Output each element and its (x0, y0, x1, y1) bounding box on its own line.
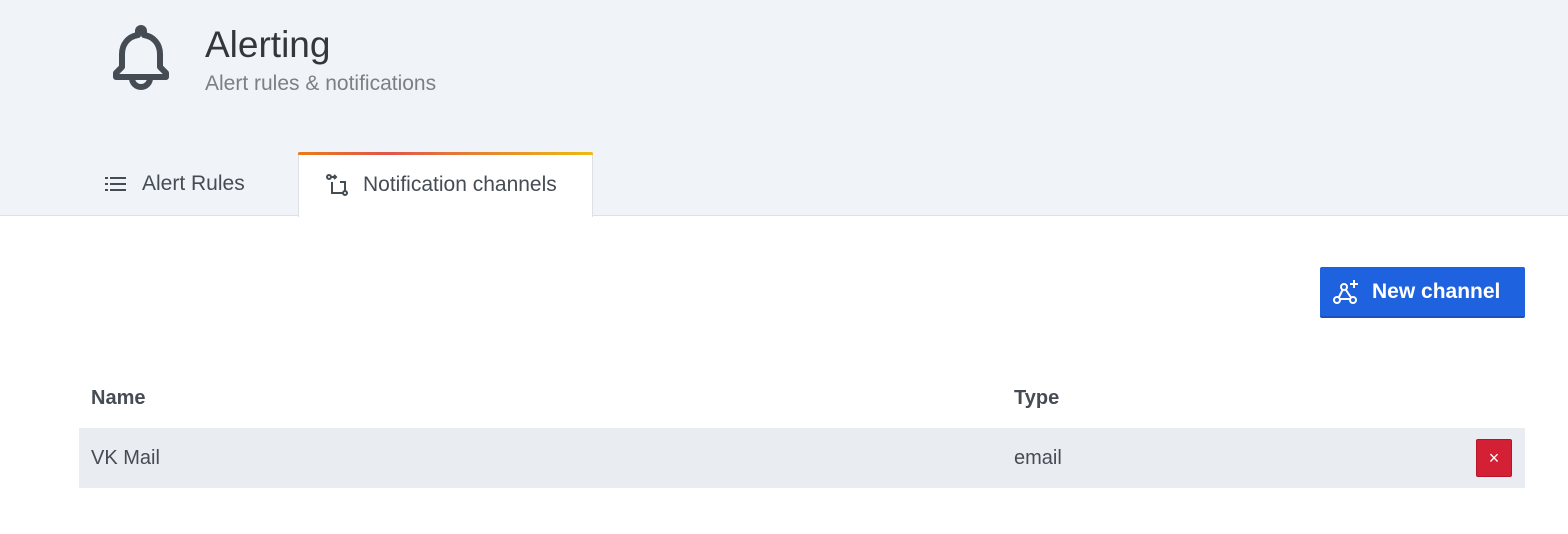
new-channel-icon (1332, 278, 1360, 306)
tab-label: Alert Rules (142, 172, 245, 195)
channel-name[interactable]: VK Mail (91, 428, 160, 488)
page-header: Alerting Alert rules & notifications Ale… (0, 0, 1568, 217)
column-header-type: Type (1014, 387, 1060, 409)
channels-table: Name Type VK Mail email × (79, 368, 1525, 488)
new-channel-label: New channel (1372, 279, 1501, 303)
channels-icon (325, 173, 349, 197)
list-icon (104, 172, 128, 196)
channel-type: email (1014, 447, 1062, 469)
column-header-name: Name (91, 387, 146, 409)
page-title: Alerting (205, 24, 331, 65)
new-channel-button[interactable]: New channel (1320, 267, 1525, 318)
table-header: Name Type (79, 368, 1525, 428)
tab-notification-channels[interactable]: Notification channels (298, 152, 593, 217)
tab-label: Notification channels (363, 172, 557, 196)
page-subtitle: Alert rules & notifications (205, 72, 437, 95)
table-row[interactable]: VK Mail email × (79, 428, 1525, 488)
tab-alert-rules[interactable]: Alert Rules (80, 152, 298, 216)
close-icon: × (1488, 448, 1500, 468)
bell-icon (110, 22, 172, 92)
delete-channel-button[interactable]: × (1476, 439, 1512, 477)
